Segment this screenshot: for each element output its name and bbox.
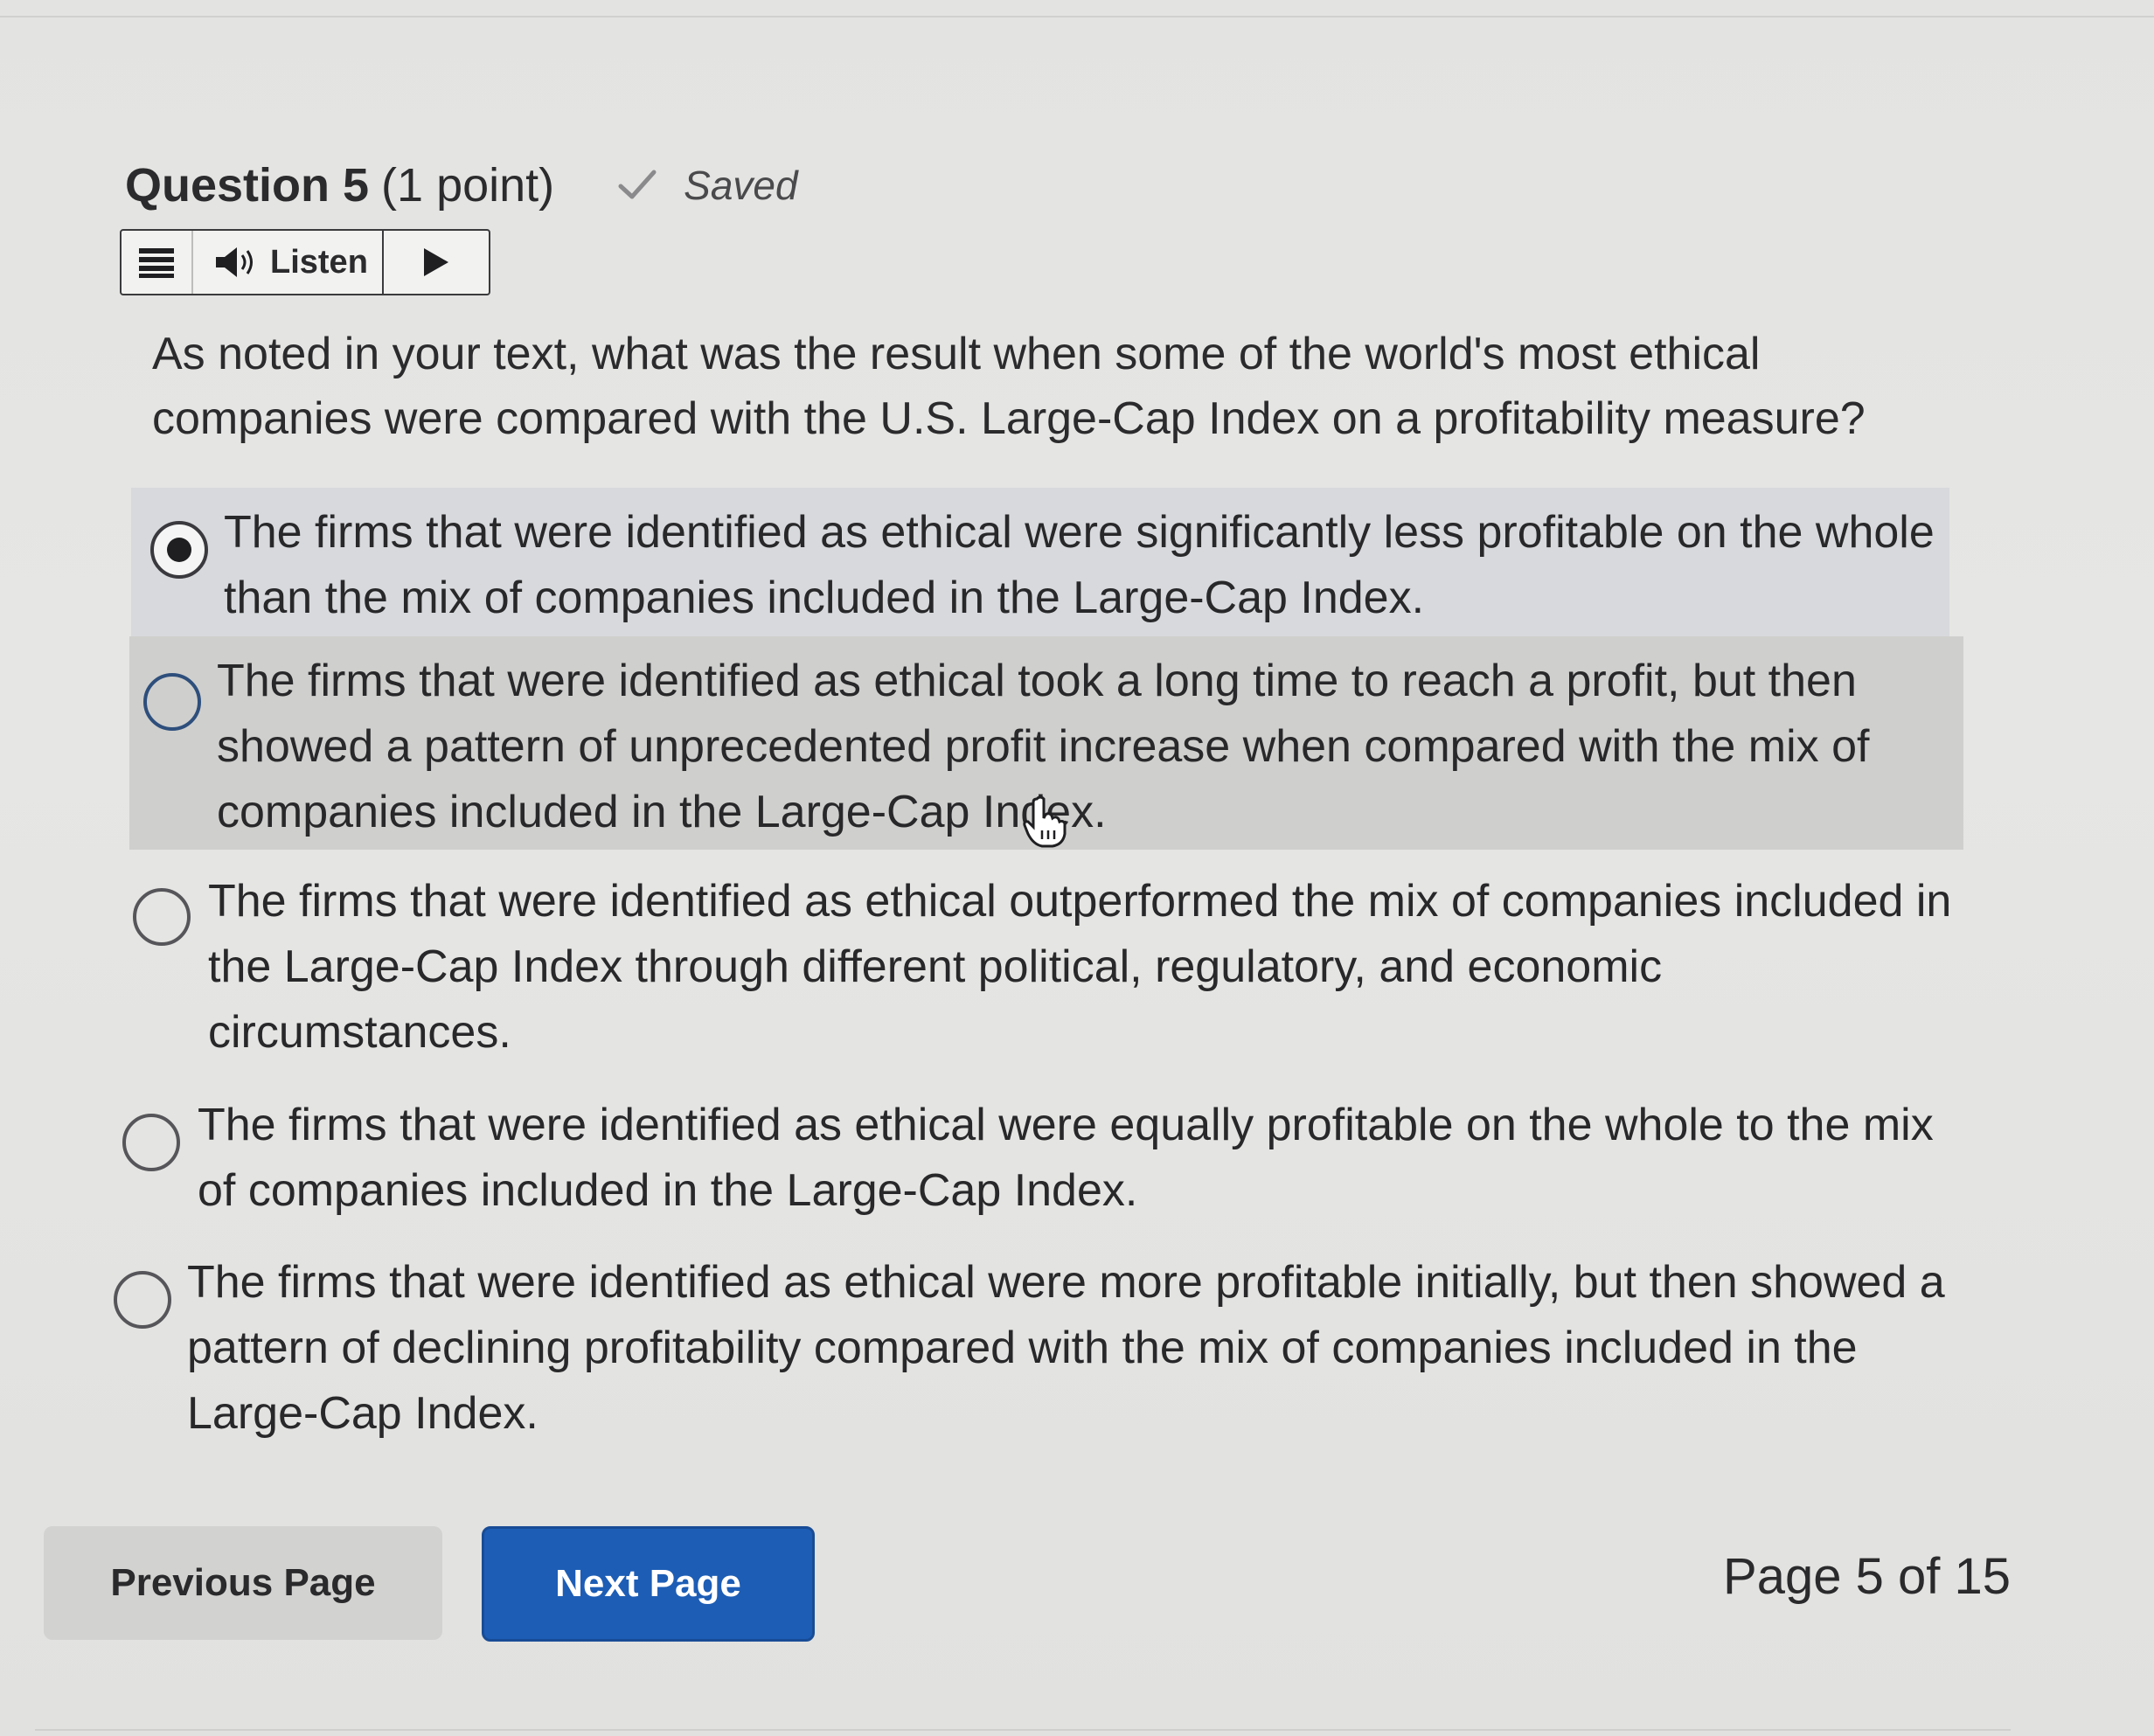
question-text: As noted in your text, what was the resu… (152, 329, 1866, 444)
listen-button[interactable]: Listen (193, 231, 384, 294)
saved-status: Saved (684, 163, 798, 208)
play-button[interactable] (384, 231, 489, 294)
play-icon (424, 248, 448, 276)
question-points: (1 point) (381, 159, 555, 212)
question-header: Question 5 (1 point) Saved (125, 150, 798, 220)
question-title: Question 5 (125, 159, 370, 212)
radio-button[interactable] (122, 1114, 180, 1171)
toolbar-menu-button[interactable] (122, 231, 193, 294)
answer-option-label: The firms that were identified as ethica… (217, 656, 1870, 837)
previous-page-button[interactable]: Previous Page (44, 1526, 442, 1640)
answer-option-3[interactable]: The firms that were identified as ethica… (131, 860, 1967, 1070)
bottom-divider (35, 1729, 2011, 1731)
next-page-button[interactable]: Next Page (482, 1526, 815, 1642)
answer-option-4[interactable]: The firms that were identified as ethica… (121, 1084, 1965, 1224)
answer-option-label: The firms that were identified as ethica… (208, 876, 1952, 1058)
answer-option-1[interactable]: The firms that were identified as ethica… (131, 488, 1949, 636)
answer-option-label: The firms that were identified as ethica… (198, 1100, 1934, 1216)
radio-button[interactable] (114, 1271, 171, 1329)
checkmark-icon (618, 170, 657, 199)
listen-label: Listen (270, 243, 368, 281)
speaker-icon (216, 247, 253, 277)
top-divider (0, 16, 2154, 17)
hamburger-menu-icon (139, 248, 174, 278)
radio-button[interactable] (143, 673, 201, 731)
answer-option-label: The firms that were identified as ethica… (187, 1257, 1945, 1439)
radio-button-selected[interactable] (150, 521, 208, 579)
read-aloud-toolbar: Listen (120, 229, 490, 295)
hand-cursor-icon (1023, 795, 1067, 848)
radio-dot (167, 538, 191, 562)
answer-option-5[interactable]: The firms that were identified as ethica… (112, 1241, 1965, 1451)
answer-option-label: The firms that were identified as ethica… (224, 507, 1935, 623)
page-indicator: Page 5 of 15 (1723, 1548, 2011, 1605)
radio-button[interactable] (133, 888, 191, 946)
